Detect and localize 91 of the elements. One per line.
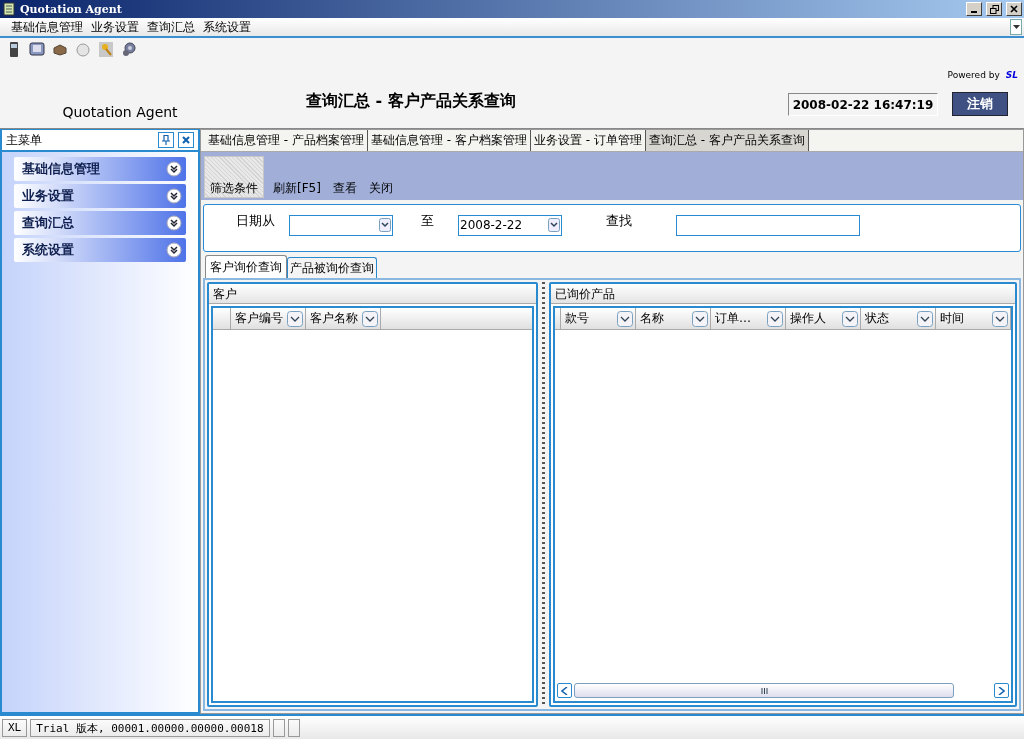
caret-down-icon: [617, 310, 633, 327]
page-title: 查询汇总 - 客户产品关系查询: [306, 91, 516, 112]
chevron-right-icon: [998, 686, 1005, 695]
tab[interactable]: 产品被询价查询: [287, 257, 377, 278]
document-tab[interactable]: 业务设置 - 订单管理: [530, 130, 646, 151]
menu-overflow-button[interactable]: [1010, 19, 1022, 35]
datetime-display: 2008-02-22 16:47:19: [788, 93, 938, 116]
column-label: 状态: [865, 310, 889, 327]
app-name: Quotation Agent: [61, 104, 179, 120]
date-dropdown[interactable]: [289, 214, 393, 236]
column-header[interactable]: 时间: [936, 308, 1011, 329]
column-header[interactable]: 名称: [636, 308, 711, 329]
search-field[interactable]: [676, 214, 860, 236]
document-tab[interactable]: 查询汇总 - 客户产品关系查询: [645, 130, 809, 151]
caret-down-icon: [379, 218, 391, 232]
column-header[interactable]: 客户编号: [231, 308, 306, 329]
horizontal-scrollbar[interactable]: [557, 682, 1009, 699]
sidebar-item[interactable]: 查询汇总: [14, 211, 186, 235]
powered-by-label: Powered by: [947, 70, 1000, 80]
maximize-button[interactable]: [986, 2, 1002, 16]
column-label: 名称: [640, 310, 664, 327]
pin-icon: [162, 135, 170, 145]
toolbar-button[interactable]: 筛选条件: [204, 156, 264, 198]
menu-item[interactable]: 基础信息管理: [10, 18, 84, 36]
status-cell: XL: [2, 718, 28, 737]
toolbar-button[interactable]: 关闭: [365, 179, 396, 198]
caret-down-icon: [362, 310, 378, 327]
sidebar-item[interactable]: 基础信息管理: [14, 157, 186, 181]
field-label: 查找: [606, 212, 632, 230]
tab[interactable]: 客户询价查询: [205, 255, 287, 278]
restore-icon: [989, 4, 999, 14]
logout-button[interactable]: 注销: [952, 92, 1008, 116]
column-label: 操作人: [790, 310, 826, 327]
sidebar-item[interactable]: 系统设置: [14, 238, 186, 262]
column-label: 客户编号: [235, 310, 283, 327]
window-title: Quotation Agent: [20, 2, 123, 16]
chevron-left-icon: [561, 686, 568, 695]
column-label: 客户名称: [310, 310, 358, 327]
monitor-icon[interactable]: [29, 40, 45, 58]
close-button[interactable]: [178, 132, 194, 148]
column-header[interactable]: 状态: [861, 308, 936, 329]
caret-down-icon: [992, 310, 1008, 327]
field-label: 至: [421, 212, 434, 230]
toolbar-button[interactable]: 查看: [329, 179, 360, 198]
close-icon: [1010, 5, 1018, 13]
caret-down-icon: [548, 218, 560, 232]
caret-down-icon: [692, 310, 708, 327]
document-tab[interactable]: 基础信息管理 - 客户档案管理: [367, 130, 531, 151]
status-cell: [272, 718, 285, 737]
chevron-down-icon: [166, 188, 182, 204]
key-icon[interactable]: [98, 40, 114, 58]
caret-down-icon: [842, 310, 858, 327]
pin-button[interactable]: [158, 132, 174, 148]
status-cell: [287, 718, 300, 737]
menu-item[interactable]: 业务设置: [90, 18, 140, 36]
column-label: 订单…: [715, 310, 751, 327]
chevron-down-icon: [166, 215, 182, 231]
caret-down-icon: [767, 310, 783, 327]
column-header[interactable]: 款号: [561, 308, 636, 329]
minimize-button[interactable]: [966, 2, 982, 16]
notepad-icon: [2, 2, 16, 16]
field-label: 日期从: [236, 212, 275, 230]
sidebar-item[interactable]: 业务设置: [14, 184, 186, 208]
menu-item[interactable]: 系统设置: [202, 18, 252, 36]
grid-title: 已询价产品: [551, 284, 1015, 304]
grid-title: 客户: [209, 284, 536, 304]
chevron-down-icon: [166, 242, 182, 258]
status-cell: Trial 版本, 00001.00000.00000.00018: [30, 718, 270, 737]
splitter-handle[interactable]: [542, 282, 545, 707]
column-label: 时间: [940, 310, 964, 327]
dropdown-value: 2008-2-22: [460, 218, 524, 232]
sidebar-title: 主菜单: [6, 131, 43, 149]
gear-icon[interactable]: [121, 40, 137, 58]
date-dropdown[interactable]: 2008-2-22: [458, 214, 562, 236]
menu-item[interactable]: 查询汇总: [146, 18, 196, 36]
column-header[interactable]: 订单…: [711, 308, 786, 329]
scroll-right-button[interactable]: [994, 683, 1009, 698]
caret-down-icon: [917, 310, 933, 327]
column-header[interactable]: 客户名称: [306, 308, 381, 329]
caret-icon: [1012, 24, 1020, 30]
close-icon: [182, 136, 190, 144]
scrollbar-thumb[interactable]: [574, 683, 954, 698]
grip-icon: [760, 687, 768, 694]
toolbar-button[interactable]: 刷新[F5]: [270, 179, 324, 198]
column-header[interactable]: 操作人: [786, 308, 861, 329]
chevron-down-icon: [166, 161, 182, 177]
scroll-left-button[interactable]: [557, 683, 572, 698]
brand-logo: SL: [1005, 70, 1018, 80]
column-label: 款号: [565, 310, 589, 327]
caret-down-icon: [287, 310, 303, 327]
document-tab[interactable]: 基础信息管理 - 产品档案管理: [205, 130, 368, 151]
